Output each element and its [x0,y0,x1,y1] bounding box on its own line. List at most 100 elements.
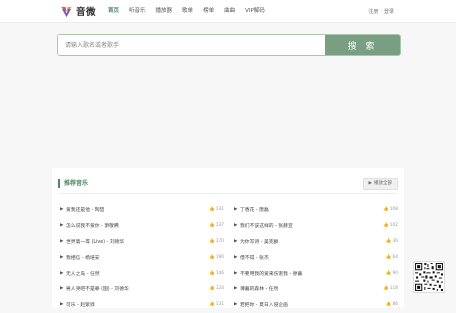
like-number: 102 [389,223,398,229]
nav-item-playlists[interactable]: 歌单 [177,0,198,22]
section-accent-bar [58,179,60,188]
song-name[interactable]: 薄暮的森林 - 任然 [240,285,383,292]
nav-item-home[interactable]: 首页 [103,0,124,22]
like-number: 36 [392,238,398,244]
like-count[interactable]: 👍 108 [383,207,398,212]
like-number: 190 [215,254,224,260]
thumbs-up-icon: 👍 [383,286,389,292]
thumbs-up-icon: 👍 [209,238,215,244]
logo-icon [60,6,73,17]
song-row[interactable]: ▶ 借不得 - 张杰 👍 64 [234,249,398,265]
thumbs-up-icon: 👍 [209,286,215,292]
play-icon: ▶ [368,181,372,186]
like-number: 170 [215,238,224,244]
nav-item-player[interactable]: 播放器 [151,0,178,22]
song-row[interactable]: ▶ 薄暮的森林 - 任然 👍 118 [234,281,398,297]
search-button[interactable]: 搜 索 [325,35,400,55]
song-name[interactable]: 男人哭吧不是罪 (国) - 刘德华 [66,285,209,292]
nav-item-charts[interactable]: 榜单 [198,0,219,22]
song-row[interactable]: ▶ 我相信 - 杨培安 👍 190 [60,249,224,265]
thumbs-up-icon: 👍 [385,270,392,276]
thumbs-up-icon: 👍 [209,302,215,308]
song-name[interactable]: 若把你 - 夏日入侵企画 [240,301,386,308]
like-count[interactable]: 👍 190 [209,255,224,260]
thumbs-up-icon: 👍 [383,223,389,229]
like-count[interactable]: 👍 36 [386,239,398,244]
search-input[interactable] [58,35,325,55]
thumbs-up-icon: 👍 [385,254,392,260]
like-count[interactable]: 👍 124 [209,286,224,291]
song-name[interactable]: 怎么说我不爱你 - 萧敬腾 [66,222,209,229]
thumbs-up-icon: 👍 [385,302,392,308]
song-row[interactable]: ▶ 不要用我的爱来伤害我 - 廖暮 👍 90 [234,265,398,281]
song-row[interactable]: ▶ 无人之岛 - 任然 👍 146 [60,265,224,281]
thumbs-up-icon: 👍 [209,270,215,276]
search-bar: 搜 索 [57,34,401,56]
auth-separator: · [380,8,382,14]
main-nav: 首页 听音乐 播放器 歌单 榜单 曲曲 VIP解码 [103,0,270,22]
thumbs-up-icon: 👍 [209,207,215,213]
nav-item-listen[interactable]: 听音乐 [124,0,151,22]
song-row[interactable]: ▶ 我们不该这样的 - 张赫宣 👍 102 [234,218,398,234]
like-count[interactable]: 👍 170 [209,239,224,244]
song-name[interactable]: 借不得 - 张杰 [240,254,386,261]
song-name[interactable]: 无人之岛 - 任然 [66,270,209,277]
thumbs-up-icon: 👍 [383,207,389,213]
like-number: 146 [215,270,224,276]
song-name[interactable]: 我相信 - 杨培安 [66,254,209,261]
song-list-right: ▶ 丁香花 - 唐磊 👍 108 ▶ 我们不该这样的 - 张赫宣 👍 102 ▶ 为… [234,202,398,313]
like-number: 131 [215,302,224,308]
thumbs-up-icon: 👍 [385,238,392,244]
like-count[interactable]: 👍 102 [383,223,398,228]
thumbs-up-icon: 👍 [209,223,215,229]
song-row[interactable]: ▶ 世界第一等 (Live) - 刘德华 👍 170 [60,234,224,250]
like-count[interactable]: 👍 131 [209,302,224,307]
song-row[interactable]: ▶ 男人哭吧不是罪 (国) - 刘德华 👍 124 [60,281,224,297]
song-list-left: ▶ 爱我还是他 - 陶喆 👍 131 ▶ 怎么说我不爱你 - 萧敬腾 👍 137 ▶… [60,202,224,313]
song-row[interactable]: ▶ 丁香花 - 唐磊 👍 108 [234,202,398,218]
like-number: 118 [389,286,398,292]
like-number: 108 [389,207,398,213]
nav-item-songs[interactable]: 曲曲 [219,0,240,22]
song-row[interactable]: ▶ 可乐 - 赵紫骅 👍 131 [60,297,224,313]
like-count[interactable]: 👍 118 [383,286,398,291]
song-name[interactable]: 为你写诗 - 吴克群 [240,238,386,245]
song-row[interactable]: ▶ 若把你 - 夏日入侵企画 👍 86 [234,297,398,313]
play-all-button[interactable]: ▶ 播放全部 [362,178,398,190]
section-divider [58,193,398,194]
song-name[interactable]: 爱我还是他 - 陶喆 [66,206,209,213]
like-number: 131 [215,207,224,213]
thumbs-up-icon: 👍 [209,254,215,260]
play-all-label: 播放全部 [374,181,392,186]
brand-logo[interactable]: 音微 [60,4,96,18]
like-number: 90 [392,270,398,276]
song-name[interactable]: 我们不该这样的 - 张赫宣 [240,222,383,229]
qr-code-icon [413,261,445,293]
like-count[interactable]: 👍 86 [386,302,398,307]
song-name[interactable]: 不要用我的爱来伤害我 - 廖暮 [240,270,386,277]
register-link[interactable]: 注册 [368,8,378,15]
song-name[interactable]: 可乐 - 赵紫骅 [66,301,209,308]
song-name[interactable]: 丁香花 - 唐磊 [240,206,383,213]
login-link[interactable]: 登录 [384,8,394,15]
top-navigation-bar: 音微 首页 听音乐 播放器 歌单 榜单 曲曲 VIP解码 注册 · 登录 [0,0,456,23]
section-title: 推荐音乐 [64,180,89,187]
like-count[interactable]: 👍 90 [386,271,398,276]
like-count[interactable]: 👍 146 [209,271,224,276]
nav-item-vip[interactable]: VIP解码 [240,0,270,22]
recommended-music-panel: 推荐音乐 ▶ 播放全部 ▶ 爱我还是他 - 陶喆 👍 131 ▶ 怎么说我不爱你 … [52,168,404,308]
song-row[interactable]: ▶ 为你写诗 - 吴克群 👍 36 [234,234,398,250]
like-count[interactable]: 👍 131 [209,207,224,212]
like-count[interactable]: 👍 64 [386,255,398,260]
like-number: 86 [392,302,398,308]
section-header: 推荐音乐 ▶ 播放全部 [58,178,398,190]
brand-name: 音微 [76,7,97,18]
auth-links: 注册 · 登录 [368,0,394,22]
song-name[interactable]: 世界第一等 (Live) - 刘德华 [66,238,209,245]
like-number: 137 [215,223,224,229]
like-count[interactable]: 👍 137 [209,223,224,228]
song-row[interactable]: ▶ 爱我还是他 - 陶喆 👍 131 [60,202,224,218]
like-number: 64 [392,254,398,260]
song-row[interactable]: ▶ 怎么说我不爱你 - 萧敬腾 👍 137 [60,218,224,234]
like-number: 124 [215,286,224,292]
